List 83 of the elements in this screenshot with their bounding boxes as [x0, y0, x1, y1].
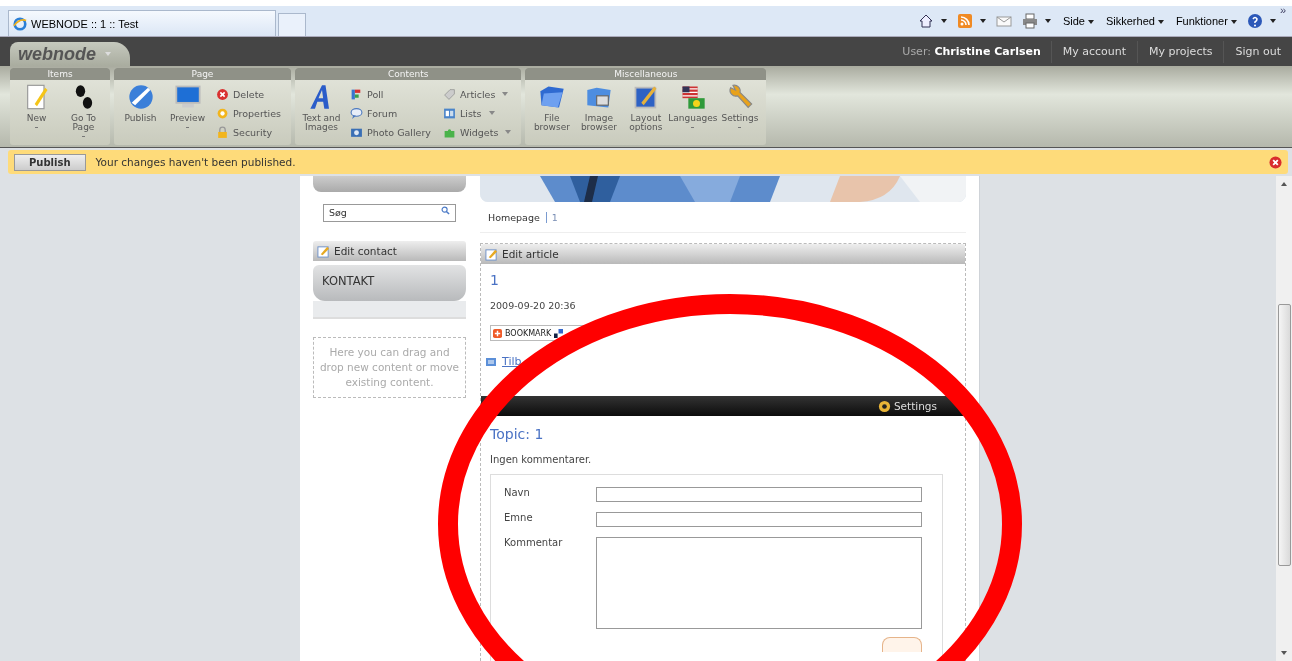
home-icon[interactable] — [917, 13, 934, 29]
scrollbar[interactable] — [1276, 176, 1292, 661]
printer-icon[interactable] — [1021, 13, 1038, 29]
edit-contact-bar[interactable]: Edit contact — [313, 241, 466, 261]
drop-hint: Here you can drag and drop new content or move existing content. — [319, 346, 460, 388]
box-title: KONTAKT — [322, 274, 375, 288]
columns-icon — [443, 106, 456, 120]
user-label: User: Christine Carlsen — [902, 45, 1042, 58]
ribbon-button[interactable]: Widgets — [443, 123, 518, 141]
notification-message: Your changes haven't been published. — [95, 156, 296, 168]
ribbon-button[interactable]: Properties — [216, 104, 287, 122]
bar-chart-icon — [350, 87, 363, 101]
gear-icon — [216, 106, 229, 120]
delete-icon — [216, 87, 229, 101]
group-title: Items — [10, 68, 110, 80]
breadcrumb-current: 1 — [545, 211, 558, 223]
ribbon-button[interactable]: File browser — [529, 83, 575, 132]
group-title: Miscellaneous — [525, 68, 767, 80]
command-menu[interactable]: Side — [1062, 15, 1094, 27]
topic-title: Topic: 1 — [489, 425, 545, 442]
tab-title: WEBNODE :: 1 :: Test — [31, 17, 139, 30]
ribbon-button[interactable]: Poll — [350, 85, 437, 103]
ribbon-button[interactable]: Security — [216, 123, 287, 141]
gear-icon — [877, 399, 891, 413]
field-label: Emne — [504, 512, 534, 525]
ribbon-button[interactable]: Photo Gallery — [350, 123, 437, 141]
edit-icon — [485, 247, 498, 261]
mail-icon[interactable] — [995, 13, 1012, 29]
breadcrumb-link[interactable]: Homepage — [488, 211, 540, 223]
group-title: Page — [114, 68, 291, 80]
ribbon-button[interactable]: Forum — [350, 104, 437, 122]
search-field[interactable]: Søg — [323, 203, 456, 222]
field-label: Navn — [504, 487, 531, 500]
ribbon-button[interactable]: Go To Page — [61, 83, 106, 137]
ribbon-button[interactable]: Lists — [443, 104, 518, 122]
header-link[interactable]: Sign out — [1223, 40, 1292, 63]
ribbon-button[interactable]: Layout options — [623, 83, 669, 132]
header-link[interactable]: My account — [1050, 40, 1138, 63]
overflow-chevron[interactable]: » — [1279, 4, 1286, 16]
command-menu[interactable]: Sikkerhed — [1105, 15, 1164, 27]
article-date: 2009-09-20 20:36 — [489, 299, 577, 311]
ribbon-button[interactable]: Articles — [443, 85, 518, 103]
lock-icon — [216, 125, 229, 139]
tag-icon — [443, 87, 456, 101]
ribbon-button[interactable]: New — [14, 83, 59, 137]
input-field[interactable] — [595, 512, 922, 527]
settings-button[interactable]: Settings — [877, 399, 937, 413]
ribbon-button[interactable]: Delete — [216, 85, 287, 103]
search-icon — [441, 206, 450, 215]
scroll-thumb[interactable] — [1277, 304, 1291, 566]
back-link[interactable]: Tilb — [502, 355, 522, 368]
close-icon[interactable] — [1269, 155, 1282, 169]
header-link[interactable]: My projects — [1137, 40, 1224, 63]
publish-button[interactable]: Publish — [14, 153, 86, 171]
no-comments-text: Ingen kommentarer. — [489, 453, 593, 465]
share-icon — [554, 328, 564, 338]
edit-label: Edit contact — [334, 245, 397, 257]
submit-button[interactable] — [882, 637, 922, 652]
browser-logo-icon — [13, 16, 27, 31]
rss-icon[interactable] — [956, 13, 973, 29]
edit-article-bar[interactable]: Edit article — [481, 244, 965, 264]
ribbon-button[interactable]: Image browser — [576, 83, 622, 132]
comment-field[interactable] — [595, 537, 922, 629]
ribbon-button[interactable]: Languages — [670, 83, 716, 132]
speech-bubble-icon — [350, 106, 363, 120]
edit-icon — [317, 244, 330, 258]
ribbon-button[interactable]: Text and Images — [299, 83, 344, 141]
plus-icon — [493, 328, 502, 338]
monitor-icon — [173, 83, 202, 111]
ribbon-button[interactable]: Settings — [717, 83, 763, 132]
ribbon-button[interactable]: Publish — [118, 83, 163, 141]
logo-menu[interactable]: webnode — [10, 42, 130, 66]
help-icon[interactable] — [1246, 13, 1263, 29]
list-icon — [486, 357, 496, 366]
edit-label: Edit article — [502, 248, 559, 260]
field-label: Kommentar — [504, 537, 564, 550]
article-title: 1 — [489, 271, 500, 288]
ribbon-button[interactable]: Preview — [165, 83, 210, 141]
browser-tab[interactable]: WEBNODE :: 1 :: Test — [8, 10, 276, 36]
command-menu[interactable]: Funktioner — [1175, 15, 1237, 27]
group-title: Contents — [295, 68, 522, 80]
new-tab-button[interactable] — [278, 13, 306, 36]
input-field[interactable] — [595, 487, 922, 502]
